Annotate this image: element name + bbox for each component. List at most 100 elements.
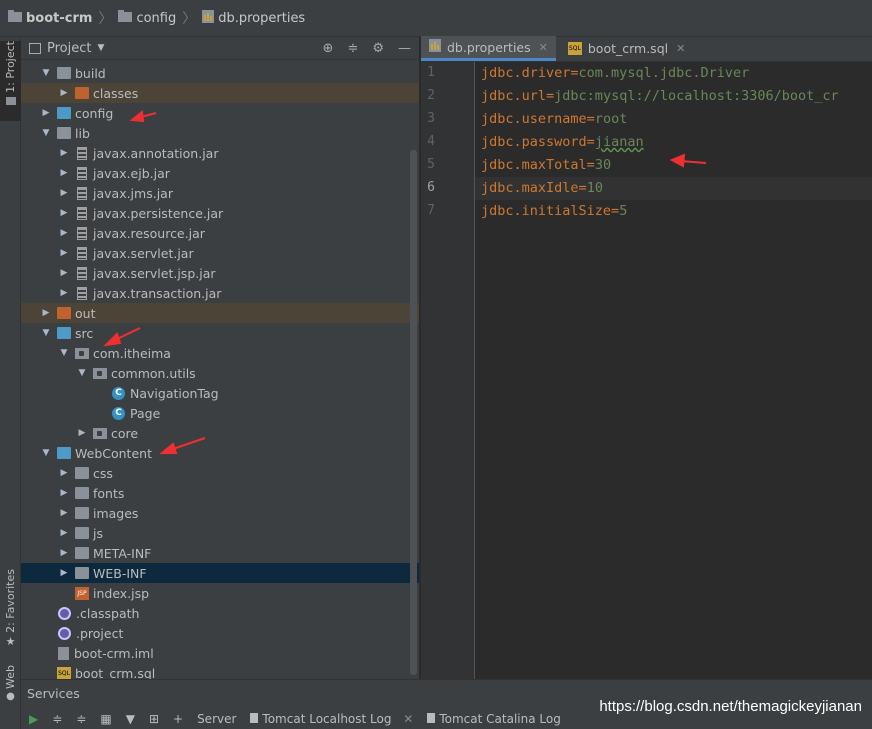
tree-row[interactable]: ▶ javax.transaction.jar [21, 283, 419, 303]
tree-row[interactable]: ▼ lib [21, 123, 419, 143]
tab-tomcat-localhost-log[interactable]: Tomcat Localhost Log ✕ [250, 712, 413, 726]
class-icon: C [112, 386, 125, 400]
chevron-right-icon[interactable]: ▶ [39, 108, 53, 118]
tree-row-label: javax.annotation.jar [93, 145, 219, 161]
tree-row[interactable]: ▶ core [21, 423, 419, 443]
vertical-scrollbar[interactable] [410, 150, 417, 675]
chevron-down-icon[interactable]: ▼ [75, 368, 89, 378]
tree-row[interactable]: boot-crm.iml [21, 643, 419, 663]
tree-row[interactable]: ▶ images [21, 503, 419, 523]
locate-icon[interactable]: ⊕ [323, 41, 334, 56]
module-file-icon [58, 646, 69, 660]
gear-icon[interactable]: ⚙ [372, 41, 384, 56]
eclipse-file-icon [58, 606, 71, 620]
plus-icon[interactable]: + [173, 712, 183, 726]
tree-row[interactable]: C NavigationTag [21, 383, 419, 403]
tree-row-label: .classpath [76, 605, 140, 621]
tree-row[interactable]: ▶ javax.jms.jar [21, 183, 419, 203]
add-service-icon[interactable]: ⊞ [149, 712, 159, 726]
folder-icon [75, 567, 89, 579]
tree-row[interactable]: ▶ fonts [21, 483, 419, 503]
chevron-right-icon[interactable]: ▶ [57, 88, 71, 98]
tree-row-label: boot-crm.iml [74, 645, 154, 661]
chevron-right-icon[interactable]: ▶ [57, 208, 71, 218]
tree-row[interactable]: ▶ javax.persistence.jar [21, 203, 419, 223]
tree-row[interactable]: ▶ javax.resource.jar [21, 223, 419, 243]
tree-row[interactable]: ▶ META-INF [21, 543, 419, 563]
tab-tomcat-catalina-log[interactable]: Tomcat Catalina Log [427, 712, 561, 726]
log-icon [427, 712, 436, 723]
chevron-down-icon[interactable]: ▼ [57, 348, 71, 358]
chevron-right-icon[interactable]: ▶ [57, 568, 71, 578]
chevron-right-icon[interactable]: ▶ [57, 528, 71, 538]
expand-all-icon[interactable]: ≑ [52, 712, 62, 726]
favorites-tool-tab[interactable]: 2: Favorites ★ [0, 569, 21, 649]
chevron-right-icon[interactable]: ▶ [75, 428, 89, 438]
chevron-right-icon[interactable]: ▶ [57, 248, 71, 258]
tree-row[interactable]: ▶ css [21, 463, 419, 483]
tree-row-label: lib [75, 125, 90, 141]
collapse-all-icon[interactable]: ≑ [76, 712, 86, 726]
tree-row[interactable]: ▼ common.utils [21, 363, 419, 383]
breadcrumb-item-config[interactable]: config [118, 10, 176, 26]
editor-area: db.properties ✕ SQL boot_crm.sql ✕ 1 2 3 4 5… [421, 36, 872, 679]
tree-row[interactable]: .classpath [21, 603, 419, 623]
chevron-right-icon[interactable]: ▶ [57, 288, 71, 298]
tree-row[interactable]: ▶ config [21, 103, 419, 123]
tree-row[interactable]: ▶ out [21, 303, 419, 323]
chevron-down-icon[interactable]: ▼ [39, 68, 53, 78]
tree-row[interactable]: ▶ javax.servlet.jar [21, 243, 419, 263]
close-icon[interactable]: ✕ [403, 712, 413, 726]
run-icon[interactable]: ▶ [29, 712, 38, 726]
tree-row[interactable]: ▶ WEB-INF [21, 563, 419, 583]
chevron-right-icon[interactable]: ▶ [57, 488, 71, 498]
tree-row[interactable]: .project [21, 623, 419, 643]
group-icon[interactable]: ▦ [100, 712, 111, 726]
project-view-selector[interactable]: Project [47, 41, 91, 56]
tree-row[interactable]: ▼ com.itheima [21, 343, 419, 363]
chevron-right-icon[interactable]: ▶ [57, 228, 71, 238]
chevron-right-icon[interactable]: ▶ [57, 168, 71, 178]
chevron-right-icon[interactable]: ▶ [57, 468, 71, 478]
tree-row[interactable]: ▼ WebContent [21, 443, 419, 463]
minimize-icon[interactable]: — [398, 41, 411, 56]
tab-db-properties[interactable]: db.properties ✕ [421, 36, 556, 61]
chevron-down-icon[interactable]: ▼ [39, 448, 53, 458]
chevron-right-icon[interactable]: ▶ [57, 508, 71, 518]
tab-boot-crm-sql[interactable]: SQL boot_crm.sql ✕ [556, 36, 693, 61]
chevron-right-icon: 〉 [98, 11, 113, 27]
chevron-down-icon[interactable]: ▼ [39, 328, 53, 338]
line-number: 1 [427, 65, 435, 80]
breadcrumb-item-project[interactable]: boot-crm [8, 10, 92, 26]
filter-icon[interactable]: ▼ [126, 712, 135, 726]
web-tool-tab[interactable]: Web ● [0, 665, 21, 709]
tree-row-label: config [75, 105, 114, 121]
tree-row[interactable]: ▶ javax.servlet.jsp.jar [21, 263, 419, 283]
tree-row-label: index.jsp [93, 585, 150, 601]
tree-row[interactable]: ▼ build [21, 63, 419, 83]
close-icon[interactable]: ✕ [676, 42, 685, 55]
chevron-right-icon[interactable]: ▶ [57, 548, 71, 558]
chevron-right-icon[interactable]: ▶ [57, 188, 71, 198]
project-tool-tab[interactable]: 1: Project [0, 41, 21, 121]
tree-row[interactable]: SQL boot_crm.sql [21, 663, 419, 679]
tree-row[interactable]: ▶ javax.annotation.jar [21, 143, 419, 163]
chevron-right-icon[interactable]: ▶ [39, 308, 53, 318]
chevron-right-icon[interactable]: ▶ [57, 148, 71, 158]
property-value: jdbc:mysql://localhost:3306/boot_cr [554, 88, 839, 104]
tree-row[interactable]: JSP index.jsp [21, 583, 419, 603]
tree-row-label: .project [76, 625, 124, 641]
tree-row[interactable]: ▶ javax.ejb.jar [21, 163, 419, 183]
chevron-right-icon[interactable]: ▶ [57, 268, 71, 278]
chevron-down-icon[interactable]: ▼ [39, 128, 53, 138]
tree-row[interactable]: ▶ js [21, 523, 419, 543]
close-icon[interactable]: ✕ [539, 41, 548, 54]
tree-row[interactable]: C Page [21, 403, 419, 423]
collapse-all-icon[interactable]: ≑ [347, 41, 358, 56]
tree-row[interactable]: ▼ src [21, 323, 419, 343]
tree-row[interactable]: ▶ classes [21, 83, 419, 103]
breadcrumb-item-file[interactable]: db.properties [202, 9, 305, 27]
sql-file-icon: SQL [57, 666, 71, 679]
chevron-down-icon[interactable]: ▼ [97, 43, 104, 53]
tab-server[interactable]: Server [197, 712, 236, 726]
